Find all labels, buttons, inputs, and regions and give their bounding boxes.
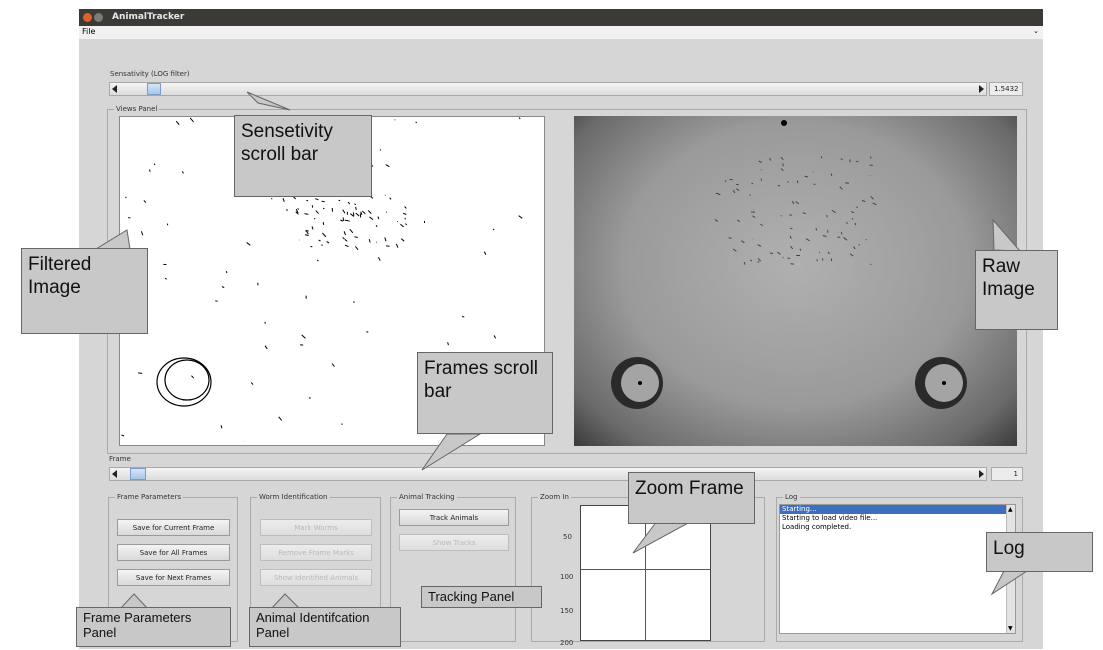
callout-pointers [94,91,1032,610]
filtered-callout-pointer [94,229,131,250]
tracking-panel-callout: Tracking Panel [421,586,542,608]
frames-callout-pointer [421,433,482,471]
filtered-image-callout: Filtered Image [21,248,148,334]
sensitivity-callout: Sensetivity scroll bar [234,115,372,197]
raw-image-callout: Raw Image [975,250,1058,330]
sensitivity-callout-pointer [246,91,291,111]
animal-identification-callout: Animal Identifcation Panel [249,607,401,647]
frame-parameters-callout: Frame Parameters Panel [76,607,231,647]
frames-callout: Frames scroll bar [417,352,553,434]
raw-callout-pointer [992,218,1022,252]
log-callout: Log [986,532,1093,572]
zoom-callout: Zoom Frame [628,472,755,524]
log-callout-pointer [990,568,1032,596]
